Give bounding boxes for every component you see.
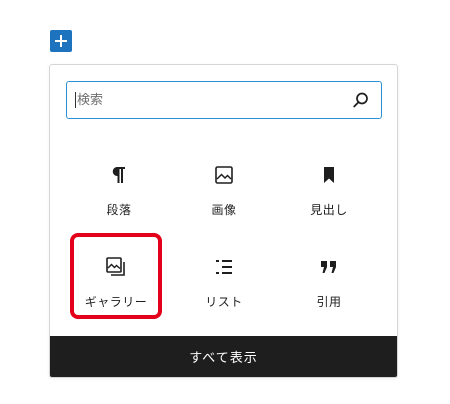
block-label: 段落 [106, 203, 132, 217]
block-label: 引用 [316, 295, 342, 309]
block-image[interactable]: 画像 [178, 141, 270, 227]
bookmark-icon [321, 163, 337, 187]
image-icon [214, 163, 234, 187]
plus-icon [55, 35, 67, 47]
block-label: リスト [205, 295, 243, 309]
quote-icon [319, 255, 339, 279]
search-icon[interactable] [350, 89, 372, 111]
block-heading[interactable]: 見出し [283, 141, 375, 227]
search-box[interactable] [66, 81, 382, 119]
list-icon [214, 255, 234, 279]
pilcrow-icon [110, 163, 128, 187]
add-block-button[interactable] [50, 30, 72, 52]
block-label: 画像 [211, 203, 237, 217]
block-label: 見出し [310, 203, 348, 217]
text-caret [75, 92, 76, 108]
block-label: ギャラリー [84, 295, 148, 309]
gallery-icon [105, 255, 127, 279]
block-quote[interactable]: 引用 [283, 233, 375, 319]
block-gallery[interactable]: ギャラリー [70, 233, 162, 319]
show-all-button[interactable]: すべて表示 [50, 336, 397, 377]
block-list[interactable]: リスト [178, 233, 270, 319]
search-input[interactable] [67, 85, 350, 115]
block-inserter-panel: 段落 画像 見出し ギャラリー [49, 64, 398, 378]
block-paragraph[interactable]: 段落 [73, 141, 165, 227]
